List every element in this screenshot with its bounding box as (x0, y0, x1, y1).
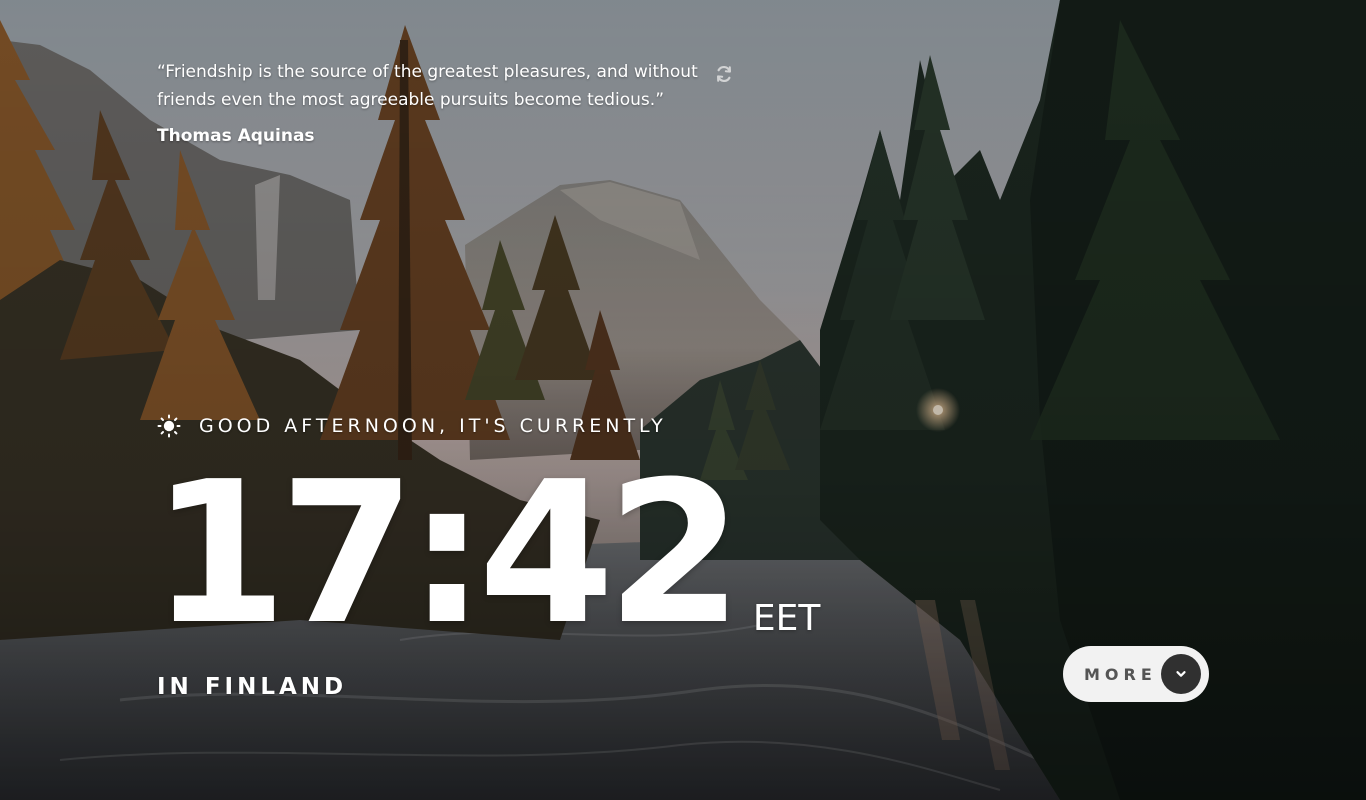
clock: 17:42 EET (151, 455, 821, 652)
chevron-down-icon (1161, 654, 1201, 694)
quote-block: “Friendship is the source of the greates… (157, 58, 747, 146)
more-button-label: MORE (1084, 664, 1157, 684)
location-text: IN FINLAND (157, 674, 348, 700)
refresh-icon[interactable] (714, 64, 734, 84)
timezone-abbr: EET (752, 598, 821, 639)
greeting: GOOD AFTERNOON, IT'S CURRENTLY (157, 414, 667, 438)
sun-icon (157, 414, 181, 438)
more-button[interactable]: MORE (1063, 646, 1209, 702)
greeting-text: GOOD AFTERNOON, IT'S CURRENTLY (199, 415, 667, 437)
clock-time: 17:42 (151, 440, 743, 668)
quote-text: “Friendship is the source of the greates… (157, 62, 698, 110)
quote-author: Thomas Aquinas (157, 126, 315, 146)
quote-row: “Friendship is the source of the greates… (157, 58, 747, 114)
